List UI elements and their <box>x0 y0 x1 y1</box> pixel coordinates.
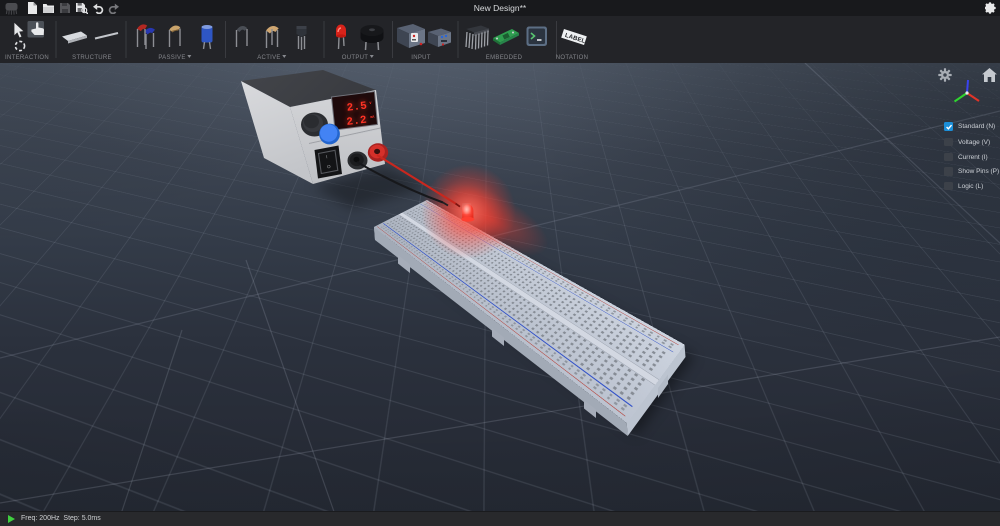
svg-text:2.5: 2.5 <box>346 100 368 114</box>
svg-text:2.2: 2.2 <box>346 115 368 129</box>
